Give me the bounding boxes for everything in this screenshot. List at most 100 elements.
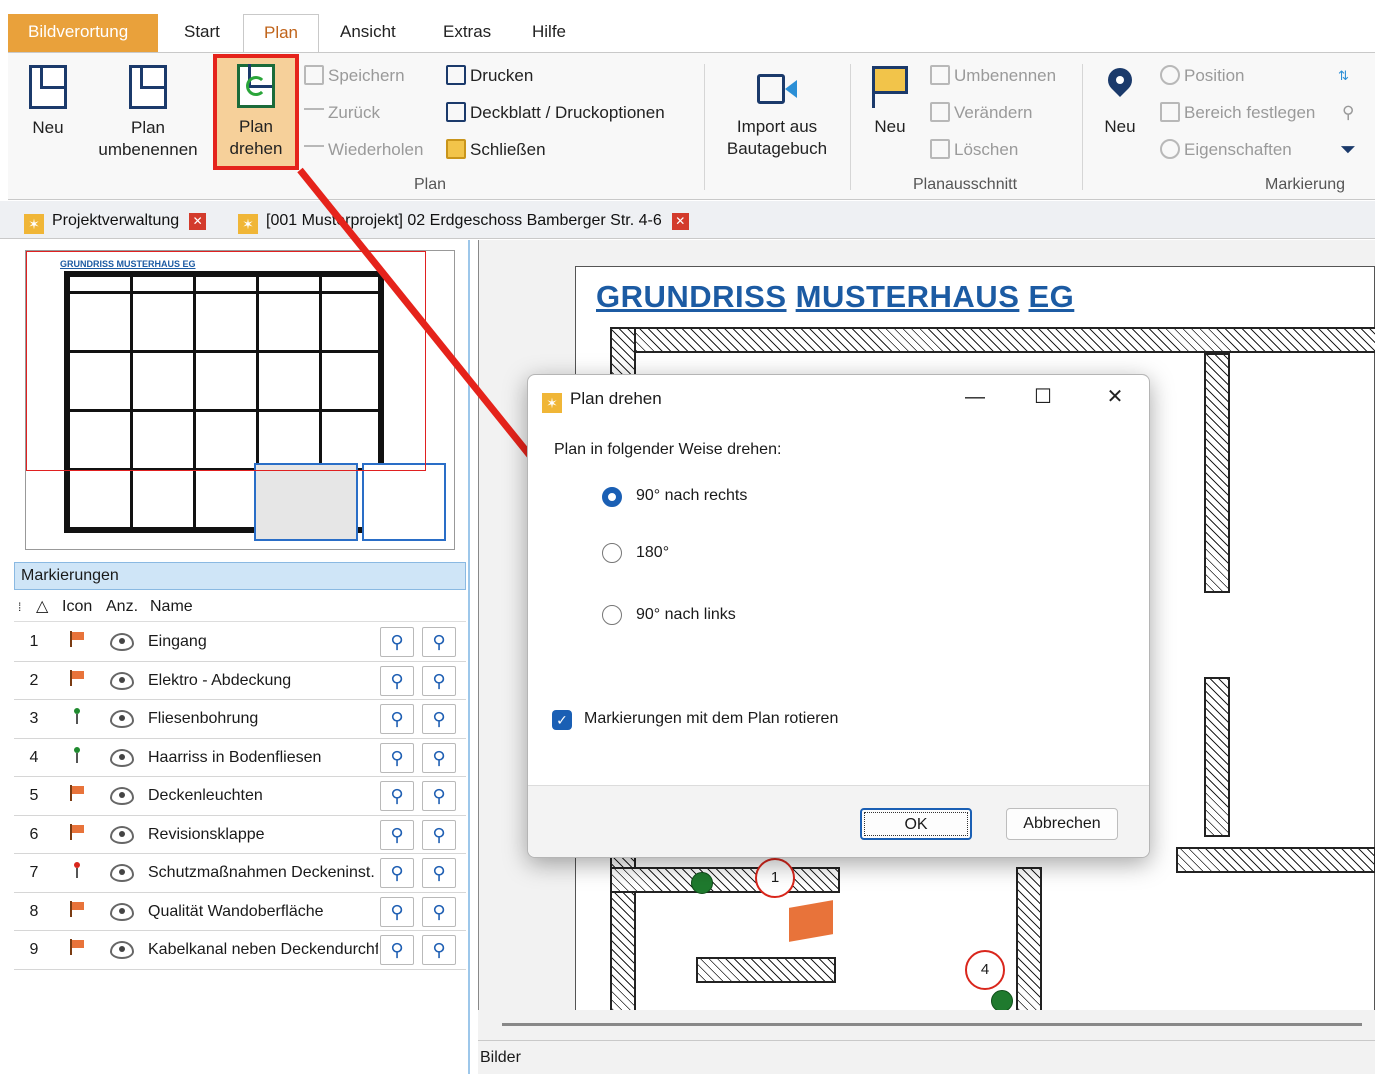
close-icon[interactable]: ✕ <box>189 213 207 230</box>
cancel-button[interactable]: Abbrechen <box>1006 808 1118 840</box>
plan-marker-1[interactable]: 1 <box>755 858 795 898</box>
plan-marker-4[interactable]: 4 <box>965 950 1005 990</box>
eye-icon[interactable] <box>110 864 134 882</box>
eye-icon[interactable] <box>110 787 134 805</box>
column-nr[interactable]: △ <box>36 592 48 622</box>
maximize-button[interactable]: ☐ <box>1020 379 1066 415</box>
list-item[interactable]: 3 Fliesenbohrung ⚲ ⚲ <box>14 700 466 739</box>
plan-thumbnail[interactable]: GRUNDRISS MUSTERHAUS EG <box>25 250 455 550</box>
remove-pin-icon[interactable]: ⚲ <box>422 819 456 850</box>
list-item[interactable]: 1 Eingang ⚲ ⚲ <box>14 623 466 662</box>
minimize-button[interactable]: — <box>952 379 998 415</box>
horizontal-scrollbar[interactable] <box>478 1010 1375 1040</box>
radio-label-90-rechts[interactable]: 90° nach rechts <box>636 487 747 505</box>
neu-planausschnitt-button[interactable]: Neu <box>862 60 918 138</box>
locate-pin-icon[interactable]: ⚲ <box>380 781 414 811</box>
green-pin-marker[interactable] <box>691 872 713 894</box>
tab-start[interactable]: Start <box>170 14 234 52</box>
column-icon[interactable]: Icon <box>62 592 92 622</box>
column-name[interactable]: Name <box>150 592 193 622</box>
tab-ansicht[interactable]: Ansicht <box>326 14 410 52</box>
list-item[interactable]: 9 Kabelkanal neben Deckendurchf ⚲ ⚲ <box>14 931 466 970</box>
remove-pin-icon[interactable]: ⚲ <box>422 935 456 965</box>
remove-pin-icon[interactable]: ⚲ <box>422 742 456 773</box>
wiederholen-button[interactable]: Wiederholen <box>304 135 423 165</box>
sort-column-icon[interactable]: ⁞ <box>18 592 21 622</box>
plan-drehen-button[interactable]: Plan drehen <box>217 60 295 160</box>
umbenennen-button[interactable]: Umbenennen <box>930 61 1056 91</box>
bereich-festlegen-button[interactable]: Bereich festlegen <box>1160 98 1315 128</box>
radio-90-rechts[interactable] <box>602 487 622 507</box>
radio-90-links[interactable] <box>602 605 622 625</box>
locate-pin-icon[interactable]: ⚲ <box>380 935 414 965</box>
list-item[interactable]: 2 Elektro - Abdeckung ⚲ ⚲ <box>14 662 466 700</box>
tab-projektverwaltung[interactable]: ✶ Projektverwaltung ✕ <box>24 207 207 235</box>
radio-180[interactable] <box>602 543 622 563</box>
eye-icon[interactable] <box>110 941 134 959</box>
tab-plan[interactable]: Plan <box>243 14 319 52</box>
list-item[interactable]: 5 Deckenleuchten ⚲ ⚲ <box>14 777 466 816</box>
loeschen-button[interactable]: Löschen <box>930 135 1018 165</box>
row-number: 9 <box>29 941 39 958</box>
zurueck-button[interactable]: Zurück <box>304 98 380 128</box>
list-item[interactable]: 6 Revisionsklappe ⚲ ⚲ <box>14 816 466 854</box>
rotate-markers-label[interactable]: Markierungen mit dem Plan rotieren <box>584 710 838 728</box>
eye-icon[interactable] <box>110 710 134 728</box>
filter-icon[interactable]: ⏷ <box>1340 135 1356 165</box>
locate-pin-icon[interactable]: ⚲ <box>380 896 414 927</box>
pin-small-icon[interactable]: ⚲ <box>1342 98 1354 128</box>
veraendern-button[interactable]: Verändern <box>930 98 1032 128</box>
wall <box>696 957 836 983</box>
radio-label-180[interactable]: 180° <box>636 544 669 562</box>
app-menu-tab[interactable]: Bildverortung <box>8 14 158 52</box>
drucken-button[interactable]: Drucken <box>446 61 533 91</box>
sort-icon[interactable]: ⇅ <box>1338 61 1349 91</box>
close-button[interactable]: ✕ <box>1092 379 1138 415</box>
locate-pin-icon[interactable]: ⚲ <box>380 819 414 850</box>
locate-pin-icon[interactable]: ⚲ <box>380 704 414 734</box>
eye-icon[interactable] <box>110 902 134 921</box>
rotate-markers-checkbox[interactable]: ✓ <box>552 710 572 730</box>
remove-pin-icon[interactable]: ⚲ <box>422 627 456 657</box>
list-item[interactable]: 8 Qualität Wandoberfläche ⚲ ⚲ <box>14 893 466 931</box>
plan-umbenennen-button[interactable]: Plan umbenennen <box>90 61 206 161</box>
column-anz[interactable]: Anz. <box>106 592 138 622</box>
ok-button[interactable]: OK <box>860 808 972 840</box>
bilder-panel-header[interactable]: Bilder <box>478 1040 1375 1074</box>
remove-pin-icon[interactable]: ⚲ <box>422 665 456 696</box>
remove-pin-icon[interactable]: ⚲ <box>422 858 456 888</box>
eye-icon[interactable] <box>110 671 134 690</box>
remove-pin-icon[interactable]: ⚲ <box>422 896 456 927</box>
green-pin-icon <box>68 746 86 763</box>
eye-icon[interactable] <box>110 748 134 767</box>
eigenschaften-button[interactable]: Eigenschaften <box>1160 135 1292 165</box>
deckblatt-button[interactable]: Deckblatt / Druckoptionen <box>446 98 665 128</box>
tab-extras[interactable]: Extras <box>429 14 505 52</box>
import-bautagebuch-button[interactable]: Import aus Bautagebuch <box>718 60 836 160</box>
row-number: 5 <box>29 787 39 804</box>
close-icon[interactable]: ✕ <box>671 213 689 230</box>
schliessen-button[interactable]: Schließen <box>446 135 546 165</box>
orange-flag-icon <box>68 823 86 840</box>
remove-pin-icon[interactable]: ⚲ <box>422 704 456 734</box>
speichern-button[interactable]: Speichern <box>304 61 405 91</box>
position-button[interactable]: Position <box>1160 61 1244 91</box>
eye-icon[interactable] <box>110 825 134 844</box>
neu-plan-button[interactable]: Neu <box>18 61 78 139</box>
list-item[interactable]: 7 Schutzmaßnahmen Deckeninst. ⚲ ⚲ <box>14 854 466 893</box>
tab-hilfe[interactable]: Hilfe <box>518 14 580 52</box>
thumbnail-viewport-rect[interactable] <box>26 251 426 471</box>
locate-pin-icon[interactable]: ⚲ <box>380 742 414 773</box>
eye-icon[interactable] <box>110 633 134 651</box>
remove-pin-icon[interactable]: ⚲ <box>422 781 456 811</box>
locate-pin-icon[interactable]: ⚲ <box>380 665 414 696</box>
locate-pin-icon[interactable]: ⚲ <box>380 627 414 657</box>
neu-markierung-button[interactable]: Neu <box>1094 60 1146 138</box>
dialog-titlebar: ✶ Plan drehen <box>542 387 662 413</box>
scrollbar-track[interactable] <box>502 1023 1362 1026</box>
tab-project-plan[interactable]: ✶ [001 Musterprojekt] 02 Erdgeschoss Bamb… <box>238 207 689 235</box>
radio-label-90-links[interactable]: 90° nach links <box>636 606 736 624</box>
locate-pin-icon[interactable]: ⚲ <box>380 858 414 888</box>
list-item[interactable]: 4 Haarriss in Bodenfliesen ⚲ ⚲ <box>14 739 466 777</box>
green-pin-marker[interactable] <box>991 990 1013 1010</box>
